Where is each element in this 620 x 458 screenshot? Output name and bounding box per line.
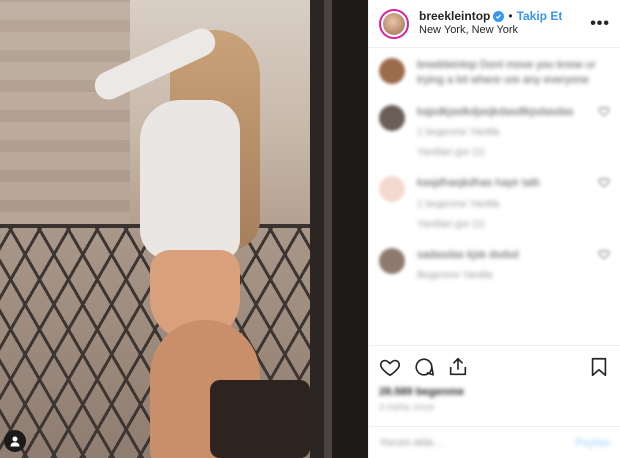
comment-text: kasjdhasjkdhas hayir tatlı — [417, 177, 540, 190]
post-actions: 28.589 begenme 3 hafta once — [369, 345, 620, 412]
comment-input[interactable]: Yorum ekle... — [379, 437, 575, 449]
comment-item: kasjdhasjkdhas hayir tatlı 1 begenme Yan… — [379, 176, 610, 231]
post-comment-button[interactable]: Paylas — [575, 437, 610, 449]
more-options-button[interactable]: ••• — [590, 15, 610, 33]
username-link[interactable]: breekleintop — [419, 9, 490, 24]
separator: • — [508, 9, 513, 24]
verified-badge-icon — [493, 11, 505, 23]
caption-text: breekleintop Dont move you know ur tryin… — [417, 59, 596, 87]
post-dialog: breekleintop • Takip Et New York, New Yo… — [0, 0, 620, 458]
like-comment-icon[interactable] — [598, 176, 610, 188]
add-comment-bar: Yorum ekle... Paylas — [369, 426, 620, 458]
like-comment-icon[interactable] — [598, 105, 610, 117]
comment-item: kajsdkjaslkdjasjkdasdlkjsdasdas 1 begenm… — [379, 104, 610, 160]
comment-avatar[interactable] — [379, 247, 405, 274]
comment-bubble-icon[interactable] — [413, 356, 435, 378]
comment-avatar[interactable] — [379, 104, 405, 131]
likes-count[interactable]: 28.589 begenme — [379, 386, 610, 398]
photo-chair — [210, 380, 310, 458]
post-header: breekleintop • Takip Et New York, New Yo… — [369, 0, 620, 48]
post-sidebar: breekleintop • Takip Et New York, New Yo… — [368, 0, 620, 458]
post-date: 3 hafta once — [379, 402, 435, 412]
caption-avatar[interactable] — [379, 58, 405, 84]
caption: breekleintop Dont move you know ur tryin… — [379, 58, 610, 89]
view-replies-link[interactable]: Yanitlari gor (1) — [417, 146, 592, 160]
avatar[interactable] — [379, 8, 409, 39]
comment-avatar[interactable] — [379, 176, 405, 203]
comments-list: breekleintop Dont move you know ur tryin… — [369, 48, 620, 345]
tagged-user-icon[interactable] — [4, 430, 26, 452]
location-link[interactable]: New York, New York — [419, 24, 590, 38]
like-heart-icon[interactable] — [379, 356, 401, 378]
bookmark-icon[interactable] — [588, 356, 610, 378]
comment-item: sadasdas kjsk dsdsd Begenme Yanitla — [379, 247, 610, 283]
comment-meta[interactable]: Begenme Yanitla — [417, 269, 592, 283]
follow-button[interactable]: Takip Et — [517, 9, 563, 24]
comment-meta[interactable]: 1 begenme Yanitla — [417, 126, 592, 140]
comment-text: kajsdkjaslkdjasjkdasdlkjsdasdas — [417, 105, 574, 118]
photo-building — [0, 0, 130, 230]
post-photo[interactable] — [0, 0, 368, 458]
like-comment-icon[interactable] — [598, 248, 610, 260]
comment-meta[interactable]: 1 begenme Yanitla — [417, 198, 592, 212]
share-icon[interactable] — [447, 356, 469, 378]
view-replies-link[interactable]: Yanitlari gor (1) — [417, 218, 592, 232]
photo-window-frame — [310, 0, 368, 458]
comment-text: sadasdas kjsk dsdsd — [417, 248, 519, 261]
